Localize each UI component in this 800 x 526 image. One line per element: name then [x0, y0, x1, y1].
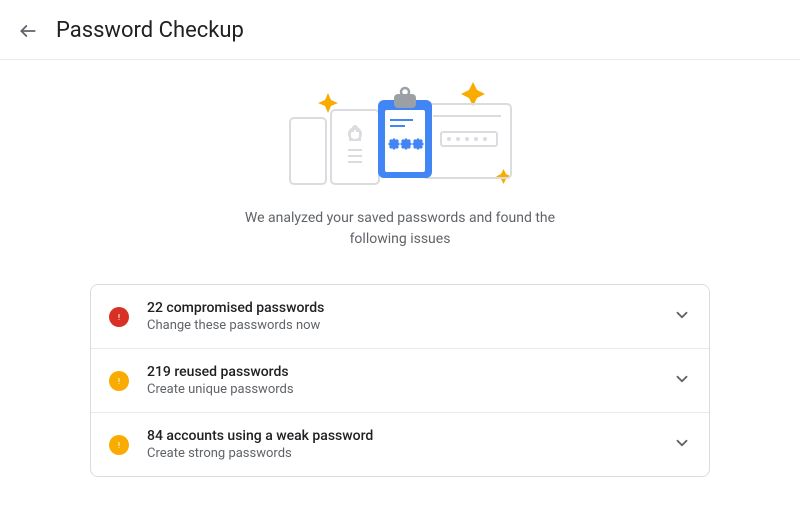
alert-icon [109, 307, 129, 327]
warning-icon [109, 435, 129, 455]
password-checkup-illustration-icon [255, 82, 545, 192]
content: We analyzed your saved passwords and fou… [0, 60, 800, 477]
summary-line-2: following issues [350, 231, 451, 247]
summary-text: We analyzed your saved passwords and fou… [230, 208, 570, 250]
issues-panel: 22 compromised passwords Change these pa… [90, 284, 710, 477]
chevron-down-icon [673, 434, 691, 456]
warning-icon [109, 371, 129, 391]
reused-passwords-row[interactable]: 219 reused passwords Create unique passw… [91, 348, 709, 412]
illustration [0, 82, 800, 192]
page-title: Password Checkup [56, 18, 244, 43]
row-subtitle: Create strong passwords [147, 446, 661, 461]
header: Password Checkup [0, 0, 800, 60]
row-subtitle: Create unique passwords [147, 382, 661, 397]
row-subtitle: Change these passwords now [147, 318, 661, 333]
row-title: 84 accounts using a weak password [147, 428, 661, 444]
row-text: 22 compromised passwords Change these pa… [147, 300, 661, 333]
chevron-down-icon [673, 370, 691, 392]
arrow-left-icon [18, 21, 38, 41]
row-title: 22 compromised passwords [147, 300, 661, 316]
chevron-down-icon [673, 306, 691, 328]
back-button[interactable] [16, 19, 40, 43]
row-text: 219 reused passwords Create unique passw… [147, 364, 661, 397]
weak-passwords-row[interactable]: 84 accounts using a weak password Create… [91, 412, 709, 476]
row-title: 219 reused passwords [147, 364, 661, 380]
summary-line-1: We analyzed your saved passwords and fou… [245, 210, 555, 226]
row-text: 84 accounts using a weak password Create… [147, 428, 661, 461]
compromised-passwords-row[interactable]: 22 compromised passwords Change these pa… [91, 285, 709, 348]
